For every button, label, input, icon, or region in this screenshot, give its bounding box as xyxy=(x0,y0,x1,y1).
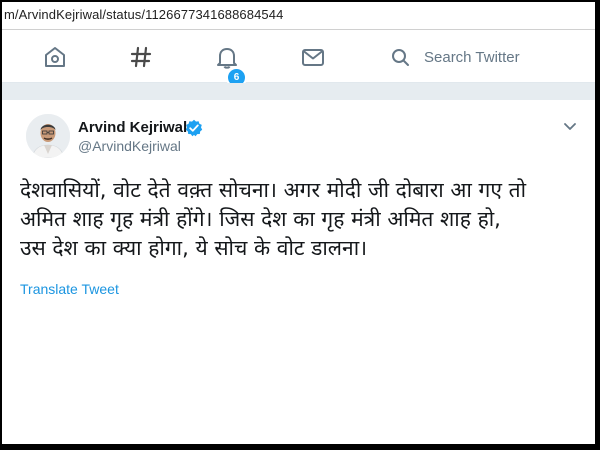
avatar[interactable] xyxy=(26,114,70,158)
translate-tweet-link[interactable]: Translate Tweet xyxy=(20,281,119,297)
tweet-card: Arvind Kejriwal @ArvindKejriwal देशवासिय… xyxy=(2,100,595,444)
url-text[interactable]: m/ArvindKejriwal/status/1126677341688684… xyxy=(4,7,283,22)
author-name[interactable]: Arvind Kejriwal xyxy=(78,119,187,136)
chevron-down-icon[interactable] xyxy=(562,118,578,134)
top-nav: 6 Search Twitter xyxy=(2,30,595,88)
mail-icon[interactable] xyxy=(300,44,326,70)
tweet-text-line: देशवासियों, वोट देते वक़्त सोचना। अगर मो… xyxy=(20,178,527,202)
search-icon xyxy=(390,47,410,67)
tweet-text-line: अमित शाह गृह मंत्री होंगे। जिस देश का गृ… xyxy=(20,207,501,231)
search-input[interactable]: Search Twitter xyxy=(424,49,520,66)
home-icon[interactable] xyxy=(42,44,68,70)
hashtag-icon[interactable] xyxy=(128,44,154,70)
tweet-text: देशवासियों, वोट देते वक़्त सोचना। अगर मो… xyxy=(20,176,585,263)
verified-badge-icon xyxy=(185,119,203,137)
author-handle[interactable]: @ArvindKejriwal xyxy=(78,138,181,154)
tweet-text-line: उस देश का क्या होगा, ये सोच के वोट डालना… xyxy=(20,236,368,260)
browser-window: m/ArvindKejriwal/status/1126677341688684… xyxy=(2,2,595,444)
search-box[interactable]: Search Twitter xyxy=(390,45,590,69)
feed-divider xyxy=(2,83,595,100)
address-bar[interactable]: m/ArvindKejriwal/status/1126677341688684… xyxy=(2,2,595,30)
